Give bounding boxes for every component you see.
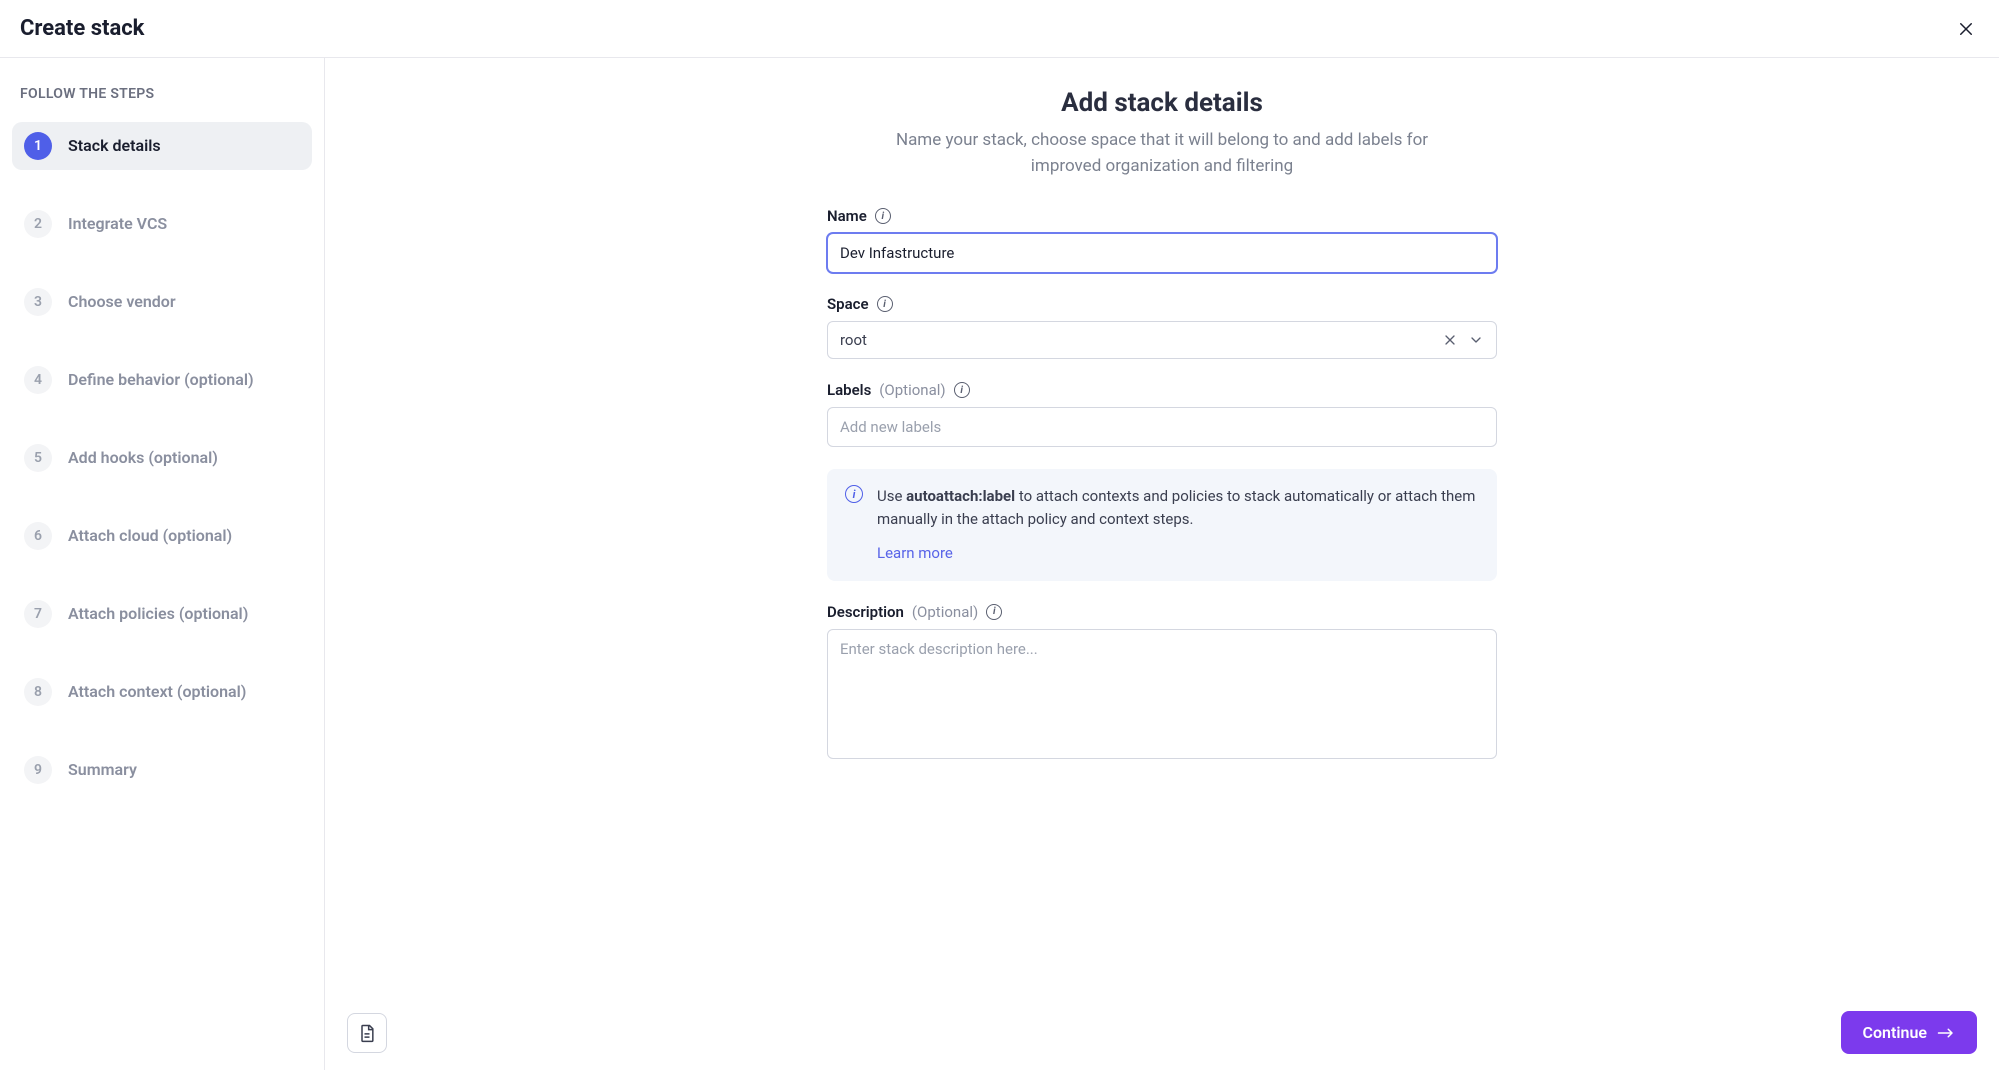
sidebar: FOLLOW THE STEPS 1 Stack details 2 Integ… [0, 58, 325, 1070]
close-icon [1957, 20, 1975, 38]
sidebar-header: FOLLOW THE STEPS [12, 86, 312, 102]
description-label: Description [827, 603, 904, 621]
step-number: 2 [24, 210, 52, 238]
step-label: Attach policies (optional) [68, 603, 248, 625]
continue-button[interactable]: Continue [1841, 1011, 1977, 1054]
step-attach-cloud[interactable]: 6 Attach cloud (optional) [12, 512, 312, 560]
labels-input[interactable] [827, 407, 1497, 447]
step-number: 8 [24, 678, 52, 706]
step-label: Integrate VCS [68, 213, 167, 235]
step-number: 4 [24, 366, 52, 394]
name-label: Name [827, 207, 867, 225]
step-label: Stack details [68, 135, 161, 157]
info-icon: i [845, 485, 863, 503]
labels-label: Labels [827, 381, 871, 399]
info-callout: i Use autoattach:label to attach context… [827, 469, 1497, 581]
step-label: Attach context (optional) [68, 681, 246, 703]
step-attach-policies[interactable]: 7 Attach policies (optional) [12, 590, 312, 638]
learn-more-link[interactable]: Learn more [877, 542, 953, 565]
callout-text: Use autoattach:label to attach contexts … [877, 487, 1475, 528]
main-content: Add stack details Name your stack, choos… [325, 58, 1999, 1070]
info-icon[interactable]: i [954, 382, 970, 398]
step-stack-details[interactable]: 1 Stack details [12, 122, 312, 170]
step-label: Attach cloud (optional) [68, 525, 232, 547]
step-number: 1 [24, 132, 52, 160]
step-summary[interactable]: 9 Summary [12, 746, 312, 794]
step-integrate-vcs[interactable]: 2 Integrate VCS [12, 200, 312, 248]
step-define-behavior[interactable]: 4 Define behavior (optional) [12, 356, 312, 404]
name-input[interactable] [827, 233, 1497, 273]
arrow-right-icon [1937, 1026, 1955, 1040]
step-label: Summary [68, 759, 137, 781]
page-title: Create stack [20, 16, 144, 41]
step-label: Define behavior (optional) [68, 369, 254, 391]
step-label: Add hooks (optional) [68, 447, 218, 469]
info-icon[interactable]: i [986, 604, 1002, 620]
space-value: root [840, 331, 1442, 349]
clear-icon[interactable] [1442, 332, 1458, 348]
form-title: Add stack details [827, 88, 1497, 118]
chevron-down-icon [1468, 332, 1484, 348]
step-attach-context[interactable]: 8 Attach context (optional) [12, 668, 312, 716]
step-add-hooks[interactable]: 5 Add hooks (optional) [12, 434, 312, 482]
step-number: 3 [24, 288, 52, 316]
step-choose-vendor[interactable]: 3 Choose vendor [12, 278, 312, 326]
footer: Continue [325, 995, 1999, 1070]
description-optional: (Optional) [912, 603, 978, 621]
step-number: 5 [24, 444, 52, 472]
document-icon [357, 1023, 377, 1043]
info-icon[interactable]: i [877, 296, 893, 312]
info-icon[interactable]: i [875, 208, 891, 224]
form-subtitle: Name your stack, choose space that it wi… [827, 128, 1497, 179]
step-number: 9 [24, 756, 52, 784]
page-header: Create stack [0, 0, 1999, 58]
step-label: Choose vendor [68, 291, 176, 313]
step-number: 7 [24, 600, 52, 628]
documentation-button[interactable] [347, 1013, 387, 1053]
step-number: 6 [24, 522, 52, 550]
space-select[interactable]: root [827, 321, 1497, 359]
continue-label: Continue [1863, 1023, 1927, 1042]
close-button[interactable] [1953, 16, 1979, 42]
description-textarea[interactable] [827, 629, 1497, 759]
space-label: Space [827, 295, 869, 313]
labels-optional: (Optional) [879, 381, 945, 399]
